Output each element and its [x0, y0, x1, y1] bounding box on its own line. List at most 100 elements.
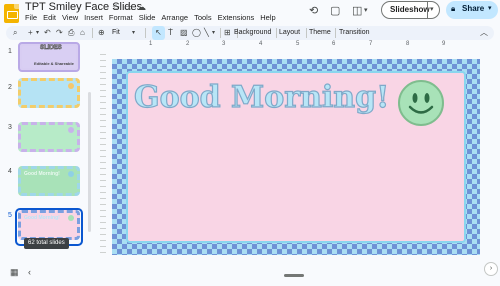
title-bar: TPT Smiley Face Slides ☆ ▭ ☁ File Edit V…: [0, 0, 500, 24]
slide-content-area[interactable]: Good Morning!: [126, 71, 466, 243]
ruler-tick: 9: [442, 41, 446, 47]
chevron-down-icon[interactable]: ▾: [132, 27, 135, 39]
menu-tools[interactable]: Tools: [194, 13, 212, 22]
menu-format[interactable]: Format: [109, 13, 133, 22]
menu-help[interactable]: Help: [260, 13, 275, 22]
thumbnail-subtitle: Editable & Shareable: [34, 61, 74, 66]
comment-icon[interactable]: ⊞: [224, 27, 231, 39]
zoom-select[interactable]: Fit: [112, 28, 120, 38]
speaker-notes-handle[interactable]: [284, 274, 304, 277]
ruler-tick: 3: [222, 41, 226, 47]
menu-edit[interactable]: Edit: [43, 13, 56, 22]
smiley-face-graphic: [408, 93, 434, 114]
toolbar-divider: [306, 28, 307, 38]
thumbnail-title: Good Morning!: [24, 215, 60, 221]
filmstrip: 1 SLIDES Editable & Shareable 2 3 4 Good…: [0, 42, 92, 260]
image-icon[interactable]: ▨: [180, 27, 188, 39]
slide-canvas[interactable]: Good Morning!: [112, 59, 480, 255]
smiley-icon: [68, 215, 74, 221]
chat-icon[interactable]: ▢: [330, 4, 340, 17]
search-menus-icon[interactable]: ⌕: [13, 27, 17, 39]
zoom-icon[interactable]: ⊕: [98, 27, 105, 39]
history-icon[interactable]: ⟲: [309, 4, 318, 17]
thumbnail-title: SLIDES: [40, 45, 62, 52]
smiley-icon[interactable]: [398, 80, 444, 126]
ruler-tick: 5: [296, 41, 300, 47]
transition-button[interactable]: Transition: [339, 28, 369, 38]
slide-number: 4: [8, 168, 12, 175]
camera-icon[interactable]: ◫: [352, 4, 362, 17]
share-button[interactable]: 🔒︎ Share ▾: [446, 1, 498, 19]
menu-insert[interactable]: Insert: [84, 13, 103, 22]
vertical-ruler: [100, 54, 106, 254]
chevron-down-icon[interactable]: ▾: [430, 5, 434, 13]
line-icon[interactable]: ╲: [204, 27, 209, 39]
menu-extensions[interactable]: Extensions: [218, 13, 255, 22]
cloud-status-icon[interactable]: ☁: [137, 2, 146, 13]
slide-title[interactable]: Good Morning!: [133, 79, 389, 115]
text-box-icon[interactable]: Ṫ: [168, 27, 173, 39]
move-folder-icon[interactable]: ▭: [124, 2, 133, 13]
layout-button[interactable]: Layout: [279, 28, 300, 38]
ruler-tick: 4: [259, 41, 263, 47]
slides-logo-icon[interactable]: [4, 4, 19, 23]
ruler-tick: 2: [186, 41, 190, 47]
menu-file[interactable]: File: [25, 13, 37, 22]
slide-number: 2: [8, 84, 12, 91]
cursor-icon[interactable]: ↖: [155, 27, 162, 39]
theme-button[interactable]: Theme: [309, 28, 331, 38]
toolbar-divider: [145, 28, 146, 38]
lock-icon: 🔒︎: [451, 4, 456, 13]
collapse-toolbar-icon[interactable]: ︿: [480, 27, 488, 39]
collapse-filmstrip-icon[interactable]: ‹: [28, 267, 31, 277]
slide-thumbnail[interactable]: [18, 78, 80, 108]
toolbar-divider: [92, 28, 93, 38]
ruler-tick: 1: [149, 41, 153, 47]
thumbnail-title: Good Morning!: [24, 171, 60, 177]
new-slide-icon[interactable]: +: [28, 27, 33, 39]
toolbar-divider: [276, 28, 277, 38]
slides-app: TPT Smiley Face Slides ☆ ▭ ☁ File Edit V…: [0, 0, 500, 286]
slide-thumbnail[interactable]: Good Morning!: [18, 166, 80, 196]
slideshow-label: Slideshow: [390, 5, 430, 14]
smiley-icon: [68, 171, 74, 177]
menu-bar: File Edit View Insert Format Slide Arran…: [25, 13, 276, 22]
bottom-bar: ▦ ‹: [0, 260, 500, 286]
star-icon[interactable]: ☆: [112, 2, 120, 13]
slide-thumbnail[interactable]: SLIDES Editable & Shareable: [18, 42, 80, 72]
slideshow-button[interactable]: Slideshow ▾: [381, 1, 440, 19]
slideshow-divider: [427, 2, 428, 18]
chevron-down-icon[interactable]: ▾: [488, 4, 492, 12]
slide-thumbnail[interactable]: Good Morning!: [18, 210, 80, 240]
ruler-tick: 7: [369, 41, 373, 47]
menu-view[interactable]: View: [62, 13, 78, 22]
toolbar: ⌕ + ▾ ↶ ↷ ⎙ ⌂ ⊕ Fit ▾ ↖ Ṫ ▨ ◯ ╲ ▾ ⊞ Back…: [6, 26, 494, 40]
grid-view-icon[interactable]: ▦: [10, 267, 19, 278]
smiley-icon: [68, 127, 74, 133]
toolbar-divider: [335, 28, 336, 38]
chevron-down-icon[interactable]: ▾: [364, 6, 368, 14]
menu-slide[interactable]: Slide: [139, 13, 156, 22]
expand-side-panel-icon[interactable]: ›: [484, 262, 498, 276]
shape-icon[interactable]: ◯: [192, 27, 201, 39]
redo-icon[interactable]: ↷: [56, 27, 63, 39]
chevron-down-icon[interactable]: ▾: [212, 27, 215, 39]
total-slides-tooltip: 62 total slides: [24, 238, 69, 249]
menu-arrange[interactable]: Arrange: [161, 13, 188, 22]
ruler-tick: 6: [332, 41, 336, 47]
horizontal-ruler: 1 2 3 4 5 6 7 8 9: [112, 41, 480, 50]
slide-thumbnail[interactable]: [18, 122, 80, 152]
slide-number: 1: [8, 48, 12, 55]
paint-format-icon[interactable]: ⌂: [80, 27, 85, 39]
background-button[interactable]: Background: [234, 28, 271, 38]
slide-number: 3: [8, 124, 12, 131]
smiley-icon: [68, 83, 74, 89]
slide-number: 5: [8, 212, 12, 219]
print-icon[interactable]: ⎙: [68, 27, 74, 39]
share-label: Share: [462, 4, 485, 13]
chevron-down-icon[interactable]: ▾: [36, 27, 39, 39]
undo-icon[interactable]: ↶: [44, 27, 51, 39]
filmstrip-scrollbar[interactable]: [88, 92, 91, 232]
ruler-tick: 8: [406, 41, 410, 47]
toolbar-divider: [220, 28, 221, 38]
